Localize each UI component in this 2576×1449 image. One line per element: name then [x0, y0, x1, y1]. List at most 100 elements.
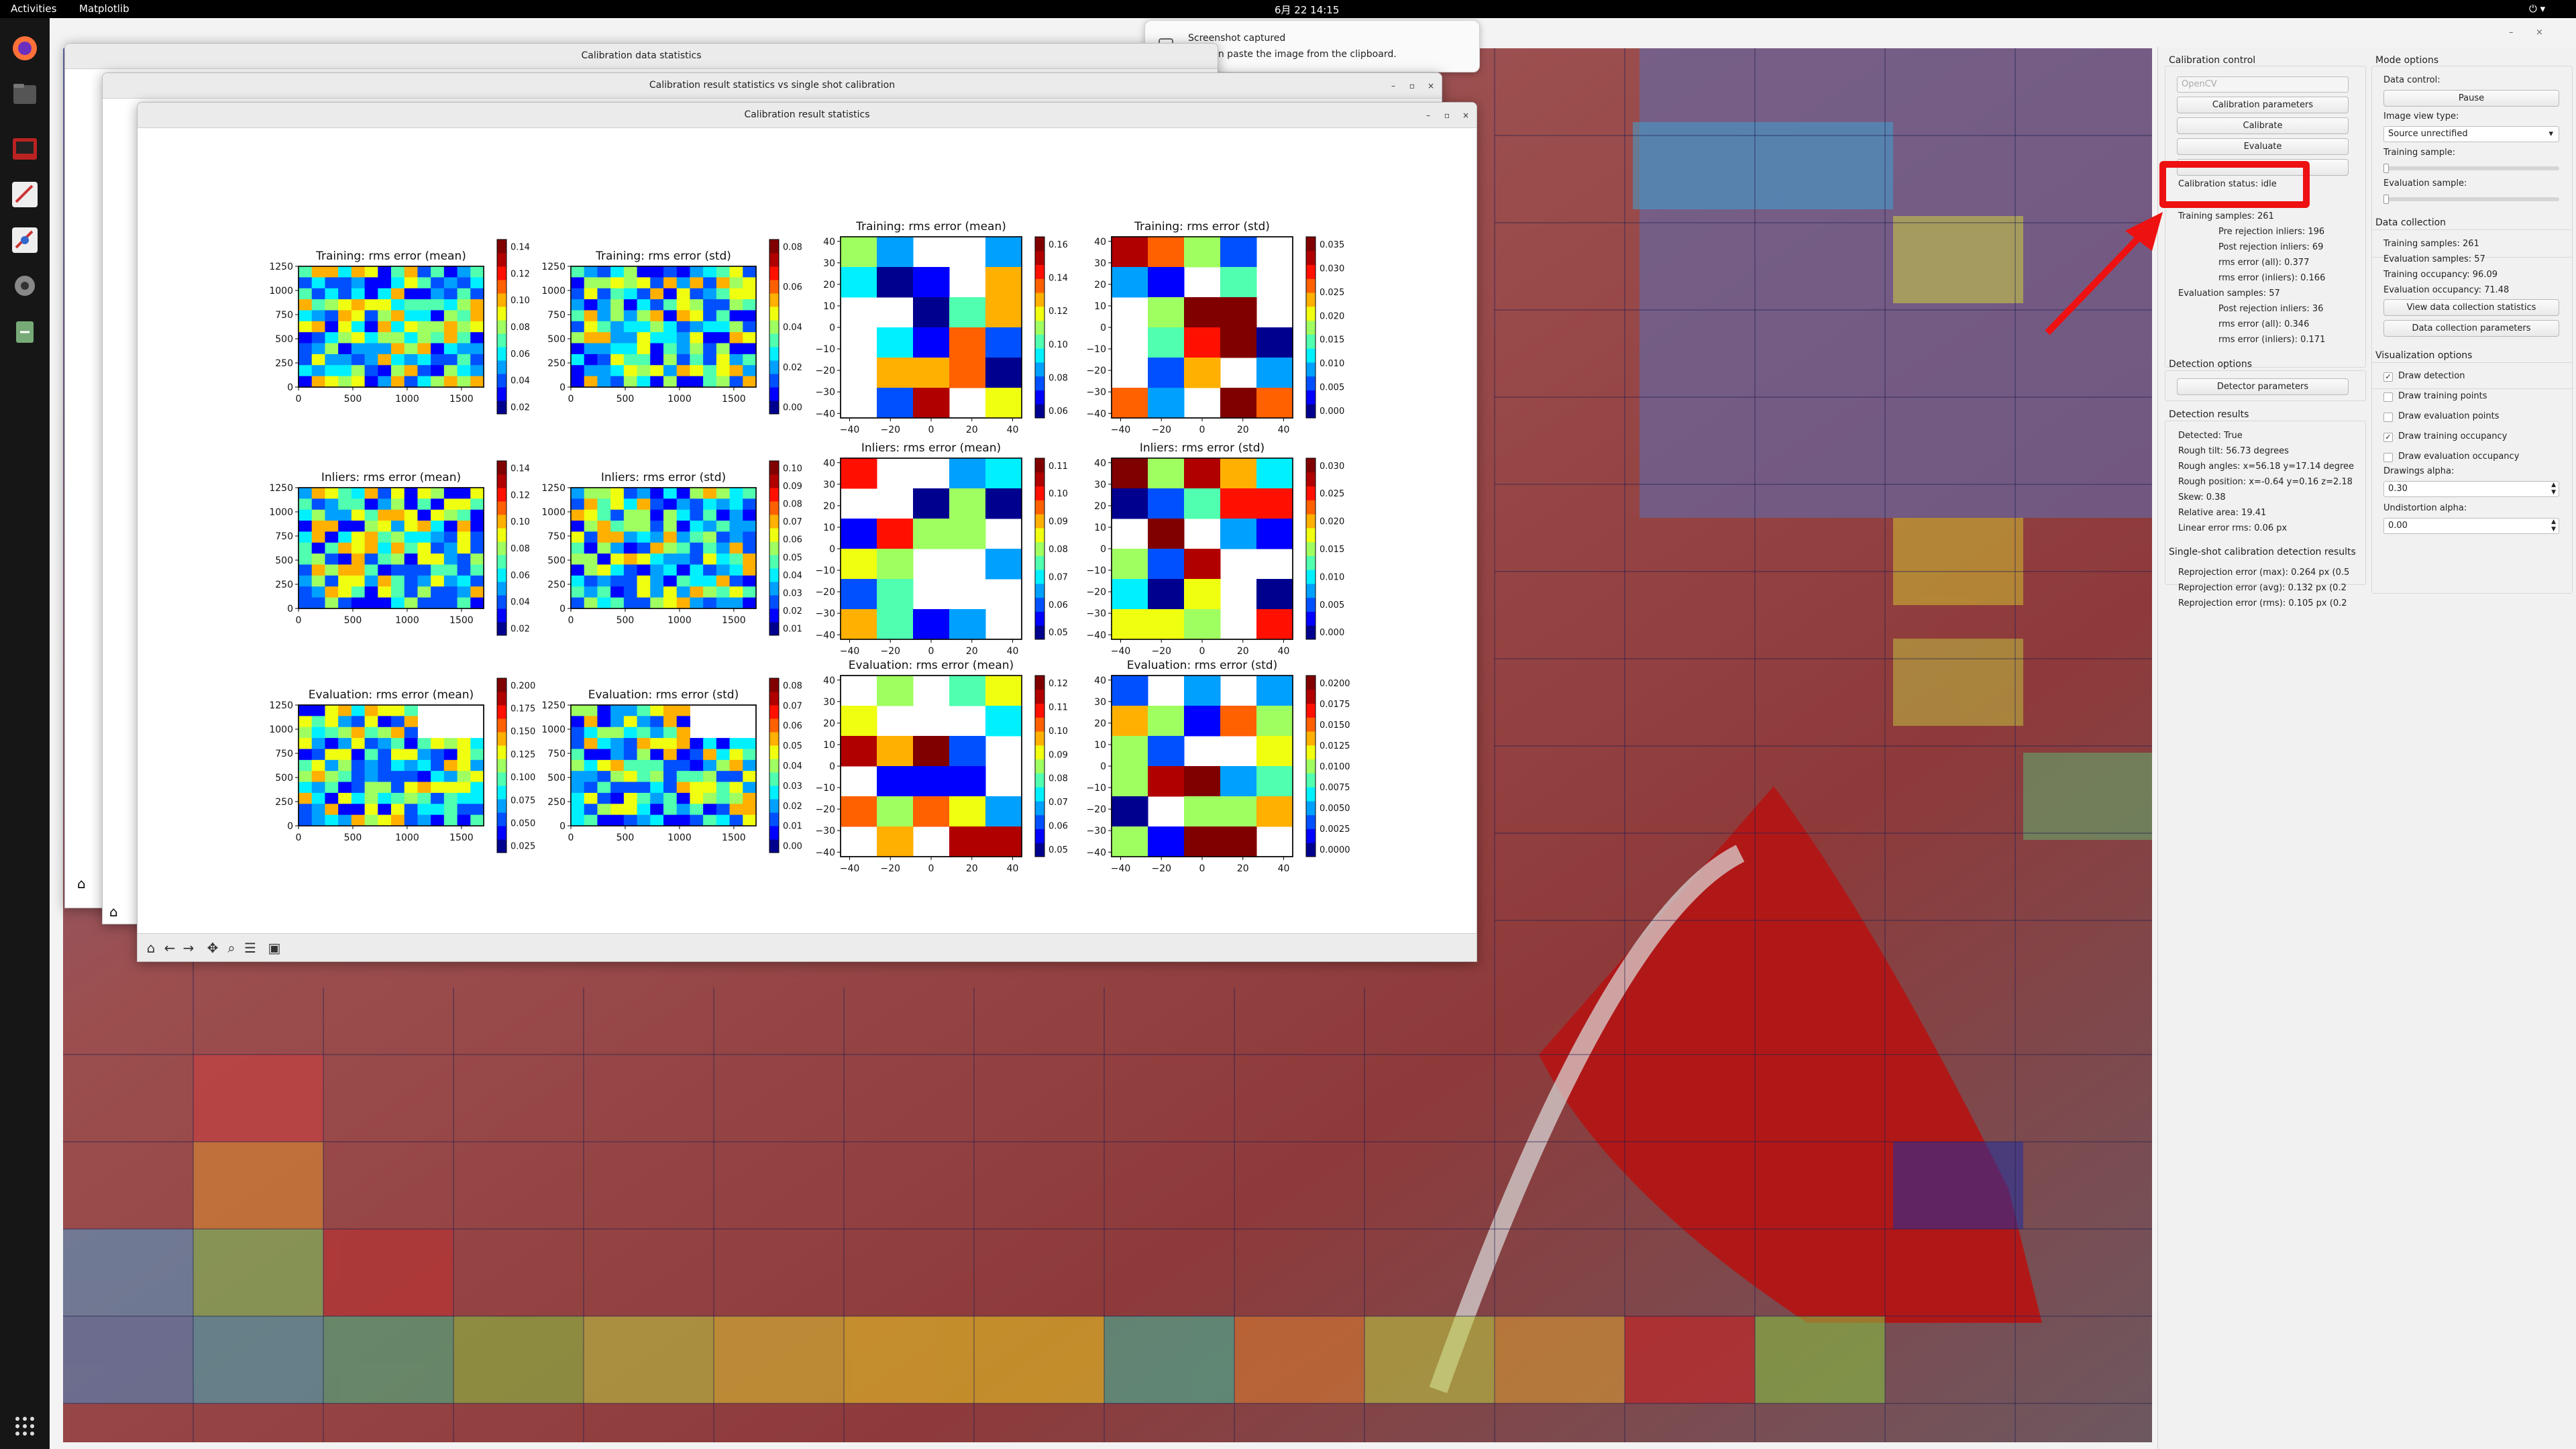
training-sample-slider[interactable] — [2383, 164, 2559, 173]
image-viewer-icon[interactable] — [9, 133, 40, 164]
maximize-icon[interactable]: ▫ — [1440, 109, 1454, 122]
heatmap-cell — [663, 782, 678, 794]
configure-icon[interactable]: ☰ — [242, 940, 258, 956]
pause-button[interactable]: Pause — [2383, 90, 2559, 107]
forward-icon[interactable]: → — [180, 940, 197, 956]
colorbar-tick-label: 0.0200 — [1320, 679, 1350, 689]
heatmap-cell — [637, 804, 651, 816]
heatmap-cell — [391, 343, 405, 355]
colorbar-segment — [497, 266, 506, 280]
colorbar-tick-label: 0.0025 — [1320, 824, 1350, 835]
show-apps-icon[interactable] — [9, 1411, 40, 1442]
heatmap-cell — [663, 354, 678, 366]
evaluate-button[interactable]: Evaluate — [2177, 138, 2349, 155]
heatmap-cell — [470, 321, 484, 333]
heatmap-cell — [338, 488, 352, 499]
titlebar[interactable]: Calibration result statistics vs single … — [103, 73, 1442, 99]
heatmap-cell — [299, 727, 313, 739]
detector-parameters-button[interactable]: Detector parameters — [2177, 378, 2349, 395]
calibrate-button[interactable]: Calibrate — [2177, 117, 2349, 134]
spin-icon[interactable]: ▲ ▼ — [2551, 482, 2556, 496]
checkbox-draw-training-points[interactable] — [2383, 392, 2393, 402]
close-icon[interactable]: × — [2536, 28, 2543, 38]
minimize-icon[interactable]: – — [1421, 109, 1435, 122]
heatmap-cell — [690, 266, 704, 278]
heatmap-cell — [877, 676, 914, 706]
maximize-icon[interactable]: ▫ — [1405, 79, 1419, 93]
heatmap-cell — [1256, 358, 1293, 388]
y-tick-label: 500 — [275, 555, 293, 566]
backend-select[interactable]: OpenCV — [2177, 76, 2349, 93]
heatmap-cell — [364, 365, 378, 377]
heatmap-cell — [1256, 609, 1293, 640]
clock[interactable]: 6月 22 14:15 — [1275, 3, 1339, 17]
checkbox-draw-detection[interactable]: ✓ — [2383, 372, 2393, 382]
trash-icon[interactable] — [9, 316, 40, 347]
heatmap-cell — [716, 586, 731, 598]
files-icon[interactable] — [9, 78, 40, 109]
matplotlib-toolbar: ⌂ ← → ✥ ⌕ ☰ ▣ — [138, 933, 1477, 961]
colorbar-segment — [769, 799, 779, 813]
view-data-collection-statistics-button[interactable]: View data collection statistics — [2383, 299, 2559, 316]
minimize-icon[interactable]: – — [2509, 28, 2514, 38]
checkbox-draw-training-occupancy[interactable]: ✓ — [2383, 433, 2393, 442]
heatmap-cell — [743, 814, 757, 826]
heatmap-cell — [716, 749, 731, 761]
firefox-icon[interactable] — [9, 33, 40, 64]
heatmap-cell — [443, 266, 458, 278]
undistortion-alpha-input[interactable]: 0.00 ▲ ▼ — [2383, 518, 2559, 534]
heatmap-cell — [729, 521, 743, 532]
calibration-tool-icon-2[interactable] — [9, 225, 40, 256]
back-icon[interactable]: ← — [162, 940, 178, 956]
heatmap-cell — [610, 332, 625, 344]
home-icon[interactable]: ⌂ — [77, 875, 86, 892]
minimize-icon[interactable]: – — [1387, 79, 1400, 93]
heatmap-cell — [571, 782, 585, 794]
y-tick-label: −10 — [815, 344, 835, 355]
heatmap-cell — [716, 771, 731, 783]
heatmap-cell — [690, 365, 704, 377]
figure-canvas[interactable]: Training: rms error (mean) 1250 1000 750 500… — [138, 128, 1477, 933]
system-menu-icon[interactable]: ⏻ ▾ — [2529, 3, 2545, 15]
heatmap-cell — [913, 327, 950, 358]
calibration-parameters-button[interactable]: Calibration parameters — [2177, 97, 2349, 113]
heatmap-cell — [1184, 766, 1221, 797]
data-collection-parameters-button[interactable]: Data collection parameters — [2383, 320, 2559, 337]
heatmap-cell — [1256, 766, 1293, 797]
heatmap-cell — [729, 321, 743, 333]
heatmap-cell — [443, 531, 458, 543]
heatmap-cell — [690, 354, 704, 366]
save-icon[interactable]: ▣ — [266, 940, 282, 956]
heatmap-cell — [571, 343, 585, 355]
app-menu[interactable]: Matplotlib — [79, 3, 129, 15]
heatmap-cell — [623, 288, 638, 300]
y-tick-label: 500 — [275, 334, 293, 345]
checkbox-draw-evaluation-occupancy[interactable] — [2383, 453, 2393, 462]
checkbox-draw-evaluation-points[interactable] — [2383, 413, 2393, 422]
activities-button[interactable]: Activities — [11, 3, 56, 15]
settings-icon[interactable] — [9, 270, 40, 301]
home-icon[interactable]: ⌂ — [109, 904, 118, 920]
titlebar[interactable]: Calibration data statistics — [65, 44, 1218, 69]
pan-icon[interactable]: ✥ — [205, 940, 221, 956]
spin-icon[interactable]: ▲ ▼ — [2551, 519, 2556, 533]
x-tick-label: 1500 — [449, 833, 474, 843]
calibration-result-statistics-window[interactable]: Calibration result statistics – ▫ × Trai… — [137, 102, 1477, 962]
heatmap-cell — [584, 365, 598, 377]
heatmap-cell — [1184, 327, 1221, 358]
heatmap-cell — [443, 586, 458, 598]
drawings-alpha-input[interactable]: 0.30 ▲ ▼ — [2383, 481, 2559, 497]
titlebar[interactable]: Calibration result statistics – ▫ × — [138, 103, 1477, 128]
home-icon[interactable]: ⌂ — [143, 940, 159, 956]
heatmap-cell — [338, 804, 352, 816]
colorbar-segment — [497, 582, 506, 596]
colorbar-tick-label: 0.175 — [511, 704, 535, 714]
colorbar-tick-label: 0.07 — [1049, 572, 1068, 582]
zoom-icon[interactable]: ⌕ — [223, 940, 239, 956]
evaluation-sample-slider[interactable] — [2383, 195, 2559, 204]
close-icon[interactable]: × — [1459, 109, 1472, 122]
heatmap-cell — [743, 321, 757, 333]
close-icon[interactable]: × — [1424, 79, 1438, 93]
calibration-tool-icon[interactable] — [9, 179, 40, 210]
image-view-type-select[interactable]: Source unrectified ▾ — [2383, 126, 2559, 142]
